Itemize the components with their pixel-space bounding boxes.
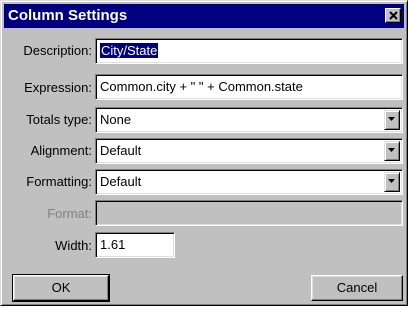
totals-type-select[interactable]: None [95,107,403,133]
width-value: 1.61 [100,237,126,252]
alignment-value: Default [100,143,142,158]
width-input[interactable]: 1.61 [95,232,175,258]
title-bar[interactable]: Column Settings [4,4,404,28]
formatting-value: Default [100,174,142,189]
format-input [95,200,403,226]
close-button[interactable] [385,8,401,23]
description-label: Description: [23,43,92,58]
formatting-dropdown-button[interactable] [384,172,400,192]
description-value: City/State [100,43,159,58]
chevron-down-icon [388,117,395,121]
width-label: Width: [55,238,92,253]
chevron-down-icon [388,148,395,152]
ok-button[interactable]: OK [12,274,110,302]
dialog-title: Column Settings [8,7,128,24]
alignment-select[interactable]: Default [95,138,403,164]
totals-type-value: None [100,112,132,127]
totals-type-label: Totals type: [26,112,92,127]
column-settings-dialog: Column Settings Description: City/State … [0,0,408,306]
totals-type-dropdown-button[interactable] [384,110,400,130]
alignment-dropdown-button[interactable] [384,141,400,161]
alignment-label: Alignment: [30,143,92,158]
expression-label: Expression: [24,80,92,95]
formatting-label: Formatting: [26,174,92,189]
expression-input[interactable]: Common.city + " " + Common.state [95,74,403,100]
expression-value: Common.city + " " + Common.state [100,79,303,94]
format-label: Format: [47,206,92,221]
close-icon [389,11,398,20]
formatting-select[interactable]: Default [95,169,403,195]
cancel-button[interactable]: Cancel [311,275,403,301]
chevron-down-icon [388,179,395,183]
description-input[interactable]: City/State [95,38,403,64]
